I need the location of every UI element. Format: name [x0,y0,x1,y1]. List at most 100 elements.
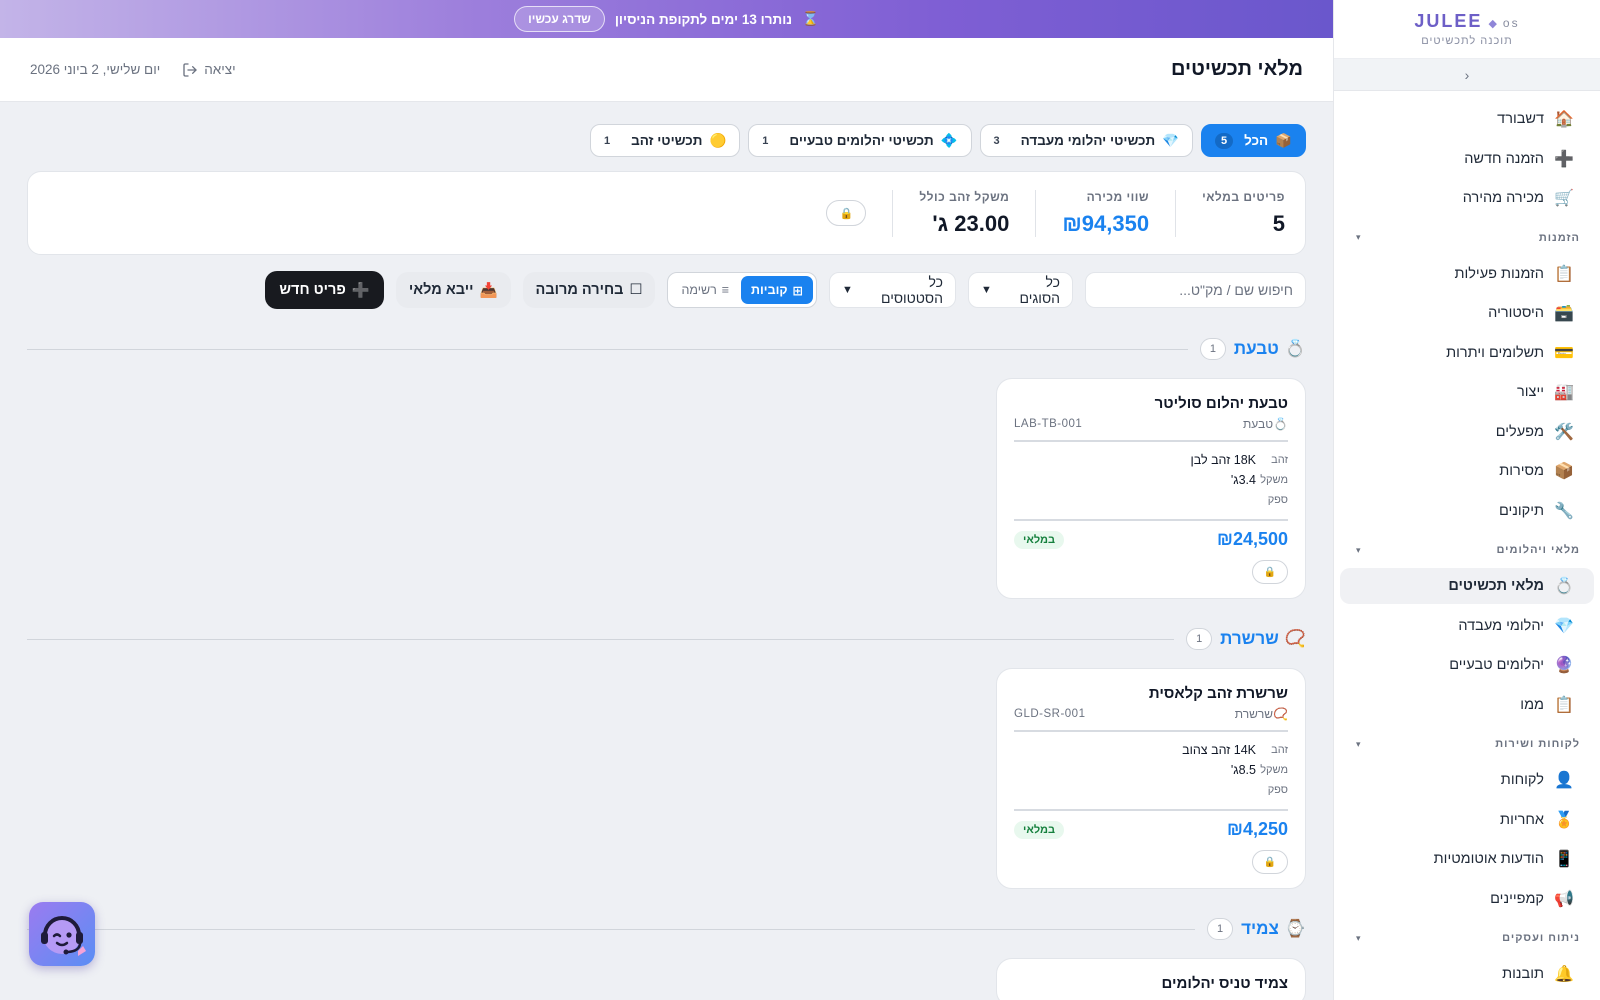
upgrade-button[interactable]: שדרג עכשיו [514,6,605,32]
product-card[interactable]: צמיד טניס יהלומים [996,958,1306,1000]
stat-block: שווי מכירה ₪94,350 [1035,189,1175,237]
product-type: 💍טבעת [1243,417,1288,431]
category-tab[interactable]: 📦 הכל 5 [1201,124,1306,157]
support-assistant-button[interactable] [29,902,95,966]
product-attribute-row: ספק [1014,490,1288,510]
sidebar-item-label: תיקונים [1498,502,1544,519]
sidebar-item-icon: 💍 [1554,578,1574,595]
sidebar-item[interactable]: 🛠️ מפעלים [1340,414,1594,450]
product-card[interactable]: שרשרת זהב קלאסית 📿שרשרת GLD-SR-001 זהב 14K ז… [996,668,1306,889]
sidebar-item-icon: 🔔 [1554,966,1574,983]
card-divider [1014,809,1288,811]
search-input[interactable] [1085,272,1306,308]
view-list-button[interactable]: ≡ רשימה [671,276,739,304]
bulk-select-button[interactable]: ☐ בחירה מרובה [522,272,656,308]
tab-count-badge: 5 [1215,132,1234,149]
product-attribute-row: זהב 14K זהב צהוב [1014,740,1288,760]
sidebar-item-icon: 🔮 [1554,657,1574,674]
sidebar-item[interactable]: 🛒 מכירה מהירה [1340,180,1594,216]
sidebar-item[interactable]: 💳 תשלומים ויתרות [1340,335,1594,371]
sidebar-item[interactable]: 🏭 ייצור [1340,374,1594,410]
stat-block: משקל זהב כולל 23.00 ג' [892,189,1035,237]
attribute-value: 14K זהב צהוב [1182,743,1256,757]
sidebar-section-header[interactable]: מלאי ויהלומים ▾ [1334,532,1600,568]
toolbar: כל הסוגים ▼ כל הסטטוסים ▼ ⊞ קוביות ≡ רשי… [27,271,1306,309]
status-filter-select[interactable]: כל הסטטוסים ▼ [829,272,956,308]
card-divider [1014,519,1288,521]
list-icon: ≡ [721,283,730,297]
card-footer: ₪24,500 במלאי [1014,529,1288,550]
sidebar-item-label: לקוחות [1500,772,1544,788]
tab-label: תכשיטי זהב [631,133,703,148]
hourglass-icon: ⌛ [802,11,819,26]
stat-value: ₪94,350 [1062,210,1150,236]
product-type-label: טבעת [1243,417,1274,431]
sidebar-item[interactable]: 📋 הזמנות פעילות [1340,256,1594,292]
sidebar-item[interactable]: 💎 יהלומי מעבדה [1340,608,1594,644]
sidebar-section-header[interactable]: לקוחות ושירות ▾ [1334,726,1600,762]
product-name: שרשרת זהב קלאסית [1148,685,1288,702]
sidebar-item[interactable]: 📱 הודעות אוטומטיות [1340,841,1594,877]
sidebar-item[interactable]: 🗃️ היסטוריה [1340,295,1594,331]
group-count-badge: 1 [1199,338,1226,360]
trial-banner: ⌛ נותרו 13 ימים לתקופת הניסיון שדרג עכשי… [0,0,1333,38]
sidebar-item[interactable]: ➕ הזמנה חדשה [1340,141,1594,177]
product-meta: 💍טבעת LAB-TB-001 [1014,417,1288,431]
view-cards-button[interactable]: ⊞ קוביות [741,276,813,304]
category-tab[interactable]: 💠 תכשיטי יהלומים טבעיים 1 [748,124,972,157]
group-count-badge: 1 [1186,628,1213,650]
grid-icon: ⊞ [792,283,803,298]
sidebar-item[interactable]: 🔧 תיקונים [1340,493,1594,529]
group-title-label: טבעת [1233,339,1279,358]
type-filter-select[interactable]: כל הסוגים ▼ [968,272,1073,308]
sidebar-item-icon: 🏠 [1554,111,1574,128]
sidebar-item-icon: 🗃️ [1554,305,1574,322]
sidebar-item[interactable]: 🔔 תובנות [1340,956,1594,992]
brand-logo[interactable]: JULEE ◆ os תוכנה לתכשיטים [1334,0,1600,59]
chevron-left-icon: ‹ [1464,66,1470,83]
sidebar: JULEE ◆ os תוכנה לתכשיטים ‹ 🏠 דשבורד ➕ הזמנ… [1333,0,1600,1000]
sidebar-item[interactable]: 📋 ממו [1340,687,1594,723]
sidebar-item[interactable]: 👤 לקוחות [1340,762,1594,798]
sidebar-item-label: תשלומים ויתרות [1446,344,1544,361]
sidebar-section-title: מלאי ויהלומים [1496,544,1580,556]
sidebar-item-icon: 📢 [1554,890,1574,908]
sidebar-item[interactable]: 🏠 דשבורד [1340,101,1594,137]
view-cards-label: קוביות [751,283,788,297]
sidebar-section-header[interactable]: ניתוח ועסקים ▾ [1334,920,1600,956]
sidebar-item-icon: ➕ [1554,150,1574,168]
product-card[interactable]: טבעת יהלום סוליטר 💍טבעת LAB-TB-001 זהב 18K ז… [996,378,1306,599]
sidebar-item[interactable]: 🏅 אחריות [1340,802,1594,838]
card-lock-button[interactable]: 🔒 [1252,850,1288,874]
product-price: ₪24,500 [1217,529,1288,549]
sidebar-item-icon: 💎 [1554,617,1574,635]
category-group: ⌚ צמיד 1 צמיד טניס יהלומים [27,917,1306,1000]
card-lock-button[interactable]: 🔒 [1252,560,1288,584]
brand-subtitle: תוכנה לתכשיטים [1421,35,1513,47]
category-tab[interactable]: 🟡 תכשיטי זהב 1 [589,124,741,157]
stat-label: משקל זהב כולל [919,189,1010,204]
sidebar-collapse-button[interactable]: ‹ [1334,59,1600,91]
category-tab[interactable]: 💎 תכשיטי יהלומי מעבדה 3 [979,124,1194,157]
sidebar-item-icon: 🔧 [1554,502,1574,520]
sidebar-item-icon: 📦 [1554,463,1574,480]
import-inventory-button[interactable]: 📥 ייבא מלאי [395,272,511,308]
product-type-icon: 📿 [1273,707,1288,721]
sidebar-section-header[interactable]: הזמנות ▾ [1334,220,1600,256]
attribute-label: זהב [1271,744,1288,756]
stats-lock-button[interactable]: 🔒 [826,200,867,226]
group-title: 📿 שרשרת [1220,629,1306,649]
sidebar-section-title: לקוחות ושירות [1495,738,1580,750]
product-sku: GLD-SR-001 [1014,708,1086,720]
logout-icon [183,62,197,77]
sidebar-item[interactable]: 📢 קמפיינים [1340,881,1594,917]
sidebar-item[interactable]: 🔮 יהלומים טבעיים [1340,647,1594,683]
new-item-button[interactable]: ➕ פריט חדש [265,271,384,309]
logout-button[interactable]: יציאה [182,62,236,78]
sidebar-item[interactable]: 📦 מסירות [1340,453,1594,489]
tab-label: הכל [1244,133,1269,148]
attribute-value: 8.5ג' [1230,763,1256,777]
group-title-label: שרשרת [1220,629,1279,648]
sidebar-item-label: היסטוריה [1488,305,1544,321]
sidebar-item[interactable]: 💍 מלאי תכשיטים [1340,568,1594,604]
